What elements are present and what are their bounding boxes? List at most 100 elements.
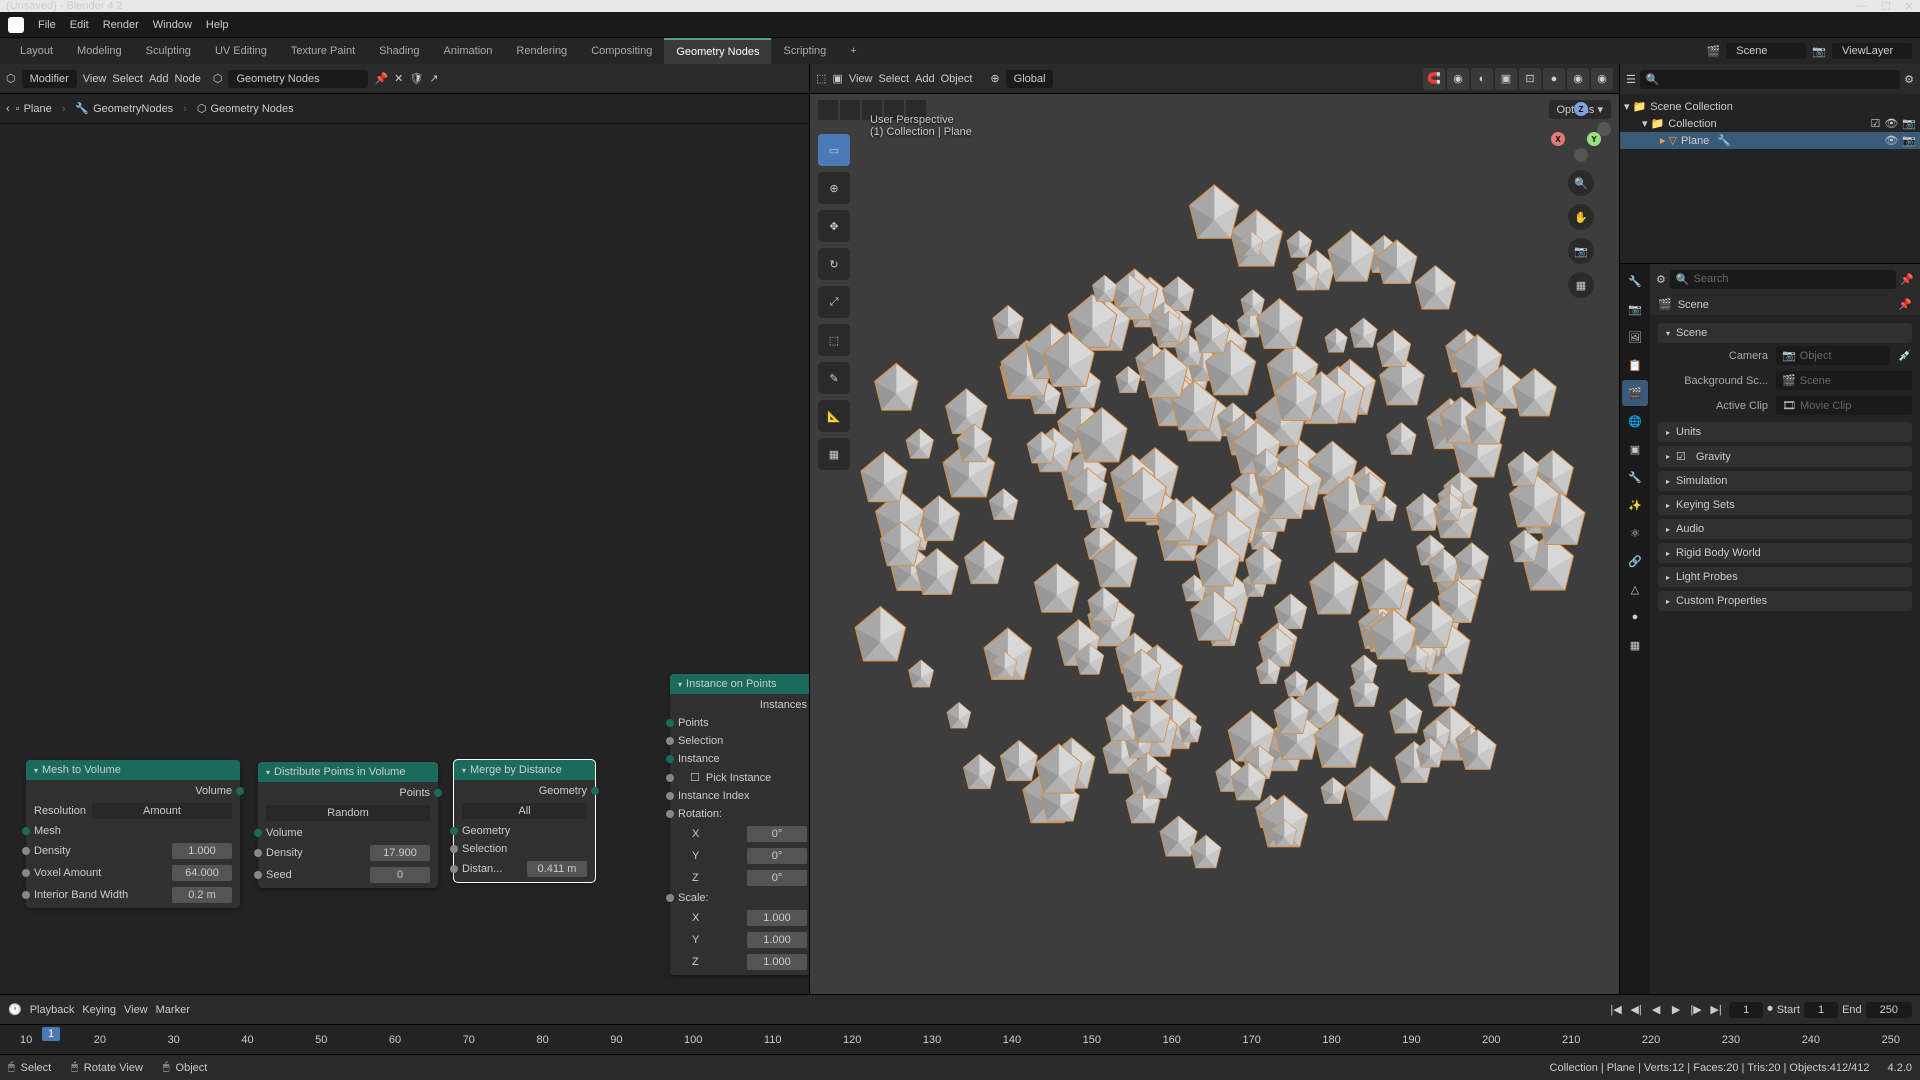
keyframe-prev-icon[interactable]: ◀|	[1627, 1001, 1645, 1019]
ptab-modifier[interactable]: 🔧	[1622, 464, 1648, 490]
tab-add[interactable]: +	[838, 38, 868, 64]
outliner-search[interactable]: 🔍	[1640, 70, 1900, 89]
ptab-data[interactable]: △	[1622, 576, 1648, 602]
vp-menu-view[interactable]: View	[849, 73, 873, 85]
camera-gizmo[interactable]: 📷	[1568, 238, 1594, 264]
pan-gizmo[interactable]: ✋	[1568, 204, 1594, 230]
tab-rendering[interactable]: Rendering	[504, 38, 579, 64]
timeline-ruler[interactable]: 1 10203040506070809010011012013014015016…	[0, 1024, 1920, 1054]
ptab-constraint[interactable]: 🔗	[1622, 548, 1648, 574]
proportional-icon[interactable]: ◉	[1447, 68, 1469, 90]
ptab-output[interactable]: 🖼	[1622, 324, 1648, 350]
node-menu-node[interactable]: Node	[175, 73, 201, 85]
tl-marker[interactable]: Marker	[156, 1004, 190, 1016]
pin-icon[interactable]: 📌	[1900, 273, 1914, 286]
ptab-tool[interactable]: 🔧	[1622, 268, 1648, 294]
editor-type-icon[interactable]: ⚙	[1656, 273, 1666, 286]
tree-row-collection[interactable]: ▾ 📁Collection ☑👁📷	[1620, 115, 1920, 132]
panel-units[interactable]: ▸Units	[1658, 422, 1912, 442]
playhead[interactable]: 1	[42, 1027, 60, 1041]
ptab-world[interactable]: 🌐	[1622, 408, 1648, 434]
scene-field[interactable]: Scene	[1726, 43, 1806, 59]
rendered-icon[interactable]: ◉	[1591, 68, 1613, 90]
tree-row-scene-collection[interactable]: ▾ 📁Scene Collection	[1620, 98, 1920, 115]
breadcrumb-back-icon[interactable]: ‹	[6, 103, 10, 115]
node-mesh-to-volume[interactable]: ▾Mesh to Volume Volume ResolutionAmount …	[26, 760, 240, 908]
tab-uvediting[interactable]: UV Editing	[203, 38, 279, 64]
checkbox-icon[interactable]: ☑	[1870, 117, 1880, 130]
nodetree-name[interactable]: Geometry Nodes	[228, 70, 368, 88]
tab-sculpting[interactable]: Sculpting	[134, 38, 203, 64]
persp-gizmo[interactable]: ▦	[1568, 272, 1594, 298]
tool-move[interactable]: ✥	[818, 210, 850, 242]
camera-icon[interactable]: 📷	[1902, 117, 1916, 130]
editor-type-icon[interactable]: 🕐	[8, 1003, 22, 1016]
autokey-icon[interactable]: ⏺	[1767, 1003, 1773, 1016]
vp-menu-add[interactable]: Add	[915, 73, 935, 85]
eye-icon[interactable]: 👁	[1884, 134, 1898, 147]
modifier-dropdown[interactable]: Modifier	[22, 70, 77, 88]
select-extend-icon[interactable]	[840, 100, 860, 120]
crumb-modifier[interactable]: 🔧 GeometryNodes	[75, 102, 173, 115]
minimize-icon[interactable]: —	[1856, 0, 1867, 13]
shield-icon[interactable]: 🛡	[409, 72, 423, 85]
panel-audio[interactable]: ▸Audio	[1658, 519, 1912, 539]
panel-lightprobes[interactable]: ▸Light Probes	[1658, 567, 1912, 587]
outliner-tree[interactable]: ▾ 📁Scene Collection ▾ 📁Collection ☑👁📷 ▸ …	[1620, 94, 1920, 263]
keyframe-next-icon[interactable]: |▶	[1687, 1001, 1705, 1019]
blender-logo-icon[interactable]	[8, 17, 24, 33]
tab-texturepaint[interactable]: Texture Paint	[279, 38, 367, 64]
overlay-icon[interactable]: ◐	[1471, 68, 1493, 90]
play-icon[interactable]: ▶	[1667, 1001, 1685, 1019]
eye-icon[interactable]: 👁	[1884, 117, 1898, 130]
tab-scripting[interactable]: Scripting	[771, 38, 838, 64]
maximize-icon[interactable]: ☐	[1881, 0, 1891, 13]
editor-type-icon[interactable]: ⬚	[816, 72, 826, 85]
panel-rigidbody[interactable]: ▸Rigid Body World	[1658, 543, 1912, 563]
node-distribute-points[interactable]: ▾Distribute Points in Volume Points Rand…	[258, 762, 438, 888]
tool-addcube[interactable]: ▦	[818, 438, 850, 470]
tab-geometrynodes[interactable]: Geometry Nodes	[664, 38, 771, 64]
play-reverse-icon[interactable]: ◀	[1647, 1001, 1665, 1019]
camera-icon[interactable]: 📷	[1902, 134, 1916, 147]
arrow-icon[interactable]: ↗	[429, 72, 438, 85]
ptab-particle[interactable]: ✨	[1622, 492, 1648, 518]
tab-layout[interactable]: Layout	[8, 38, 65, 64]
orbit-gizmo[interactable]: Z X Y	[1551, 102, 1611, 162]
eyedropper-icon[interactable]: 💉	[1898, 349, 1912, 362]
tab-animation[interactable]: Animation	[432, 38, 505, 64]
tool-annotate[interactable]: ✎	[818, 362, 850, 394]
tab-modeling[interactable]: Modeling	[65, 38, 134, 64]
properties-search[interactable]: 🔍 Search	[1670, 270, 1896, 289]
ptab-texture[interactable]: ▦	[1622, 632, 1648, 658]
panel-scene[interactable]: ▾Scene	[1658, 323, 1912, 343]
mode-icon[interactable]: ▣	[832, 72, 842, 85]
unlink-icon[interactable]: ✕	[394, 72, 403, 85]
editor-type-icon[interactable]: ☰	[1626, 73, 1636, 86]
panel-keying[interactable]: ▸Keying Sets	[1658, 495, 1912, 515]
snap-icon[interactable]: 🧲	[1423, 68, 1445, 90]
tool-measure[interactable]: 📐	[818, 400, 850, 432]
menu-file[interactable]: File	[38, 19, 56, 31]
solid-icon[interactable]: ●	[1543, 68, 1565, 90]
panel-custom[interactable]: ▸Custom Properties	[1658, 591, 1912, 611]
ptab-physics[interactable]: ⚛	[1622, 520, 1648, 546]
matprev-icon[interactable]: ◉	[1567, 68, 1589, 90]
filter-icon[interactable]: ⚙	[1904, 73, 1914, 86]
node-menu-add[interactable]: Add	[149, 73, 169, 85]
zoom-gizmo[interactable]: 🔍	[1568, 170, 1594, 196]
tl-keying[interactable]: Keying	[82, 1004, 116, 1016]
orientation-dropdown[interactable]: Global	[1006, 70, 1054, 88]
crumb-tree[interactable]: ⬡ Geometry Nodes	[197, 102, 294, 115]
panel-simulation[interactable]: ▸Simulation	[1658, 471, 1912, 491]
ptab-object[interactable]: ▣	[1622, 436, 1648, 462]
viewport-3d[interactable]: Options ▾ ▭ ⊕ ✥ ↻ ⤢ ⬚ ✎ 📐 ▦ User Perspe	[810, 94, 1619, 994]
crumb-object[interactable]: ▫ Plane	[16, 103, 52, 115]
node-menu-view[interactable]: View	[83, 73, 107, 85]
tool-cursor[interactable]: ⊕	[818, 172, 850, 204]
tl-playback[interactable]: Playback	[30, 1004, 75, 1016]
tool-select[interactable]: ▭	[818, 134, 850, 166]
ptab-material[interactable]: ●	[1622, 604, 1648, 630]
ptab-scene[interactable]: 🎬	[1622, 380, 1648, 406]
close-icon[interactable]: ✕	[1905, 0, 1914, 13]
